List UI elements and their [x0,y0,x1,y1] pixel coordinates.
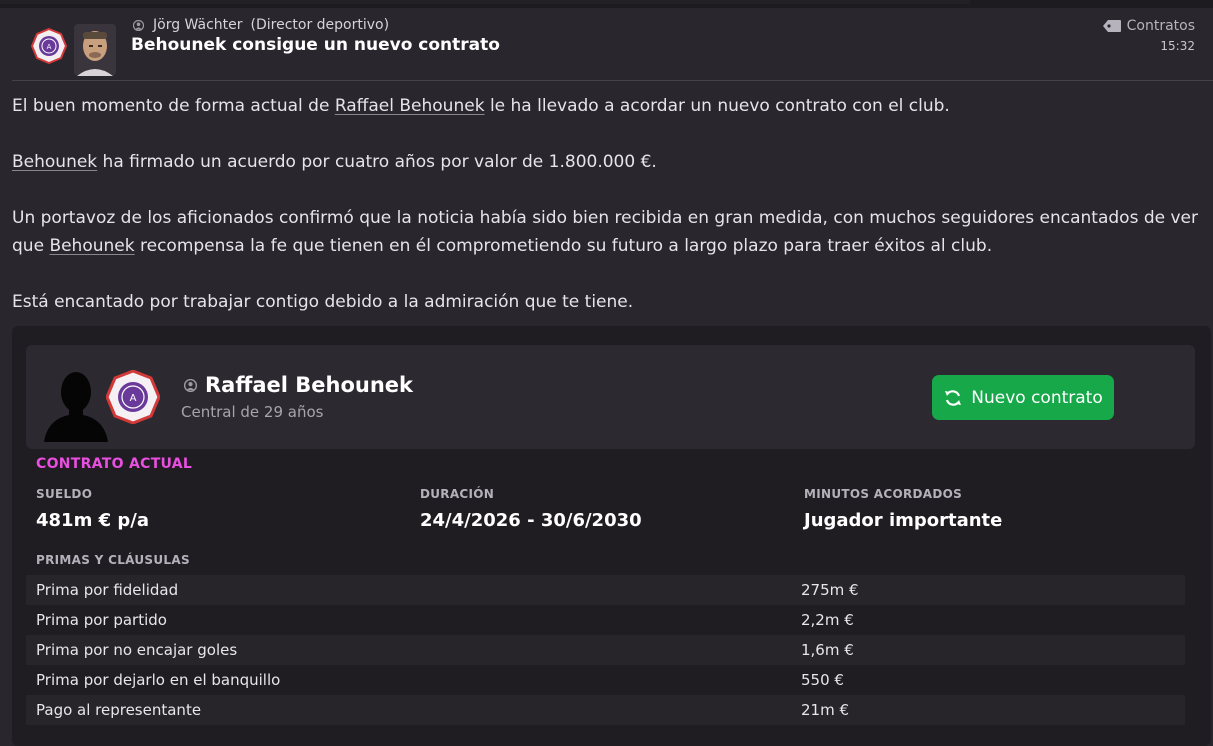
refresh-icon [943,388,963,408]
duration-value: 24/4/2026 - 30/6/2030 [420,510,642,531]
sender-line: Jörg Wächter (Director deportivo) [133,17,389,33]
news-time: 15:32 [1160,39,1195,53]
svg-text:A: A [47,43,52,51]
sender-name[interactable]: Jörg Wächter [153,17,243,33]
body-paragraph-2: Behounek ha firmado un acuerdo por cuatr… [12,148,1207,176]
bonus-name: Prima por dejarlo en el banquillo [36,671,281,689]
bonus-name: Prima por no encajar goles [36,641,238,659]
tag-icon [1102,20,1121,32]
club-badge-icon[interactable]: A [31,28,67,64]
minutes-value: Jugador importante [804,510,1003,531]
bonus-table: Prima por fidelidad 275m € Prima por par… [26,575,1185,725]
bonus-value: 275m € [801,581,859,599]
player-name[interactable]: Raffael Behounek [184,373,413,397]
bonus-name: Prima por partido [36,611,167,629]
table-row: Prima por partido 2,2m € [26,605,1185,635]
table-row: Prima por no encajar goles 1,6m € [26,635,1185,665]
current-contract-title: CONTRATO ACTUAL [36,456,193,472]
table-row: Prima por fidelidad 275m € [26,575,1185,605]
body-text: recompensa la fe que tienen en él compro… [134,236,993,256]
new-contract-label: Nuevo contrato [971,387,1103,408]
top-strip-accent [0,0,970,4]
bonus-value: 1,6m € [801,641,854,659]
body-paragraph-4: Está encantado por trabajar contigo debi… [12,292,634,312]
new-contract-button[interactable]: Nuevo contrato [932,375,1114,420]
bonus-value: 21m € [801,701,850,719]
player-link[interactable]: Raffael Behounek [335,96,485,116]
bonus-name: Pago al representante [36,701,202,719]
svg-text:A: A [130,393,137,404]
salary-value: 481m € p/a [36,510,149,531]
table-row: Pago al representante 21m € [26,695,1185,725]
sender-avatar[interactable] [74,24,116,76]
player-club-badge-icon[interactable]: A [106,370,160,424]
body-text: El buen momento de forma actual de [12,96,335,116]
bonus-name: Prima por fidelidad [36,581,179,599]
news-category[interactable]: Contratos [1102,18,1195,34]
player-link[interactable]: Behounek [12,152,97,172]
body-paragraph-1: El buen momento de forma actual de Raffa… [12,92,1207,120]
player-name-text: Raffael Behounek [205,373,414,397]
duration-label: DURACIÓN [420,487,495,501]
body-text: le ha llevado a acordar un nuevo contrat… [484,96,950,116]
bonus-value: 550 € [801,671,844,689]
header-divider [12,80,1213,81]
table-row: Prima por dejarlo en el banquillo 550 € [26,665,1185,695]
category-label: Contratos [1126,18,1195,34]
person-icon [133,19,144,31]
minutes-label: MINUTOS ACORDADOS [804,487,963,501]
player-subtitle: Central de 29 años [181,403,324,421]
bonus-value: 2,2m € [801,611,854,629]
news-title: Behounek consigue un nuevo contrato [131,35,500,55]
bonuses-title: PRIMAS Y CLÁUSULAS [36,553,190,567]
news-body: El buen momento de forma actual de Raffa… [12,92,1207,344]
player-link[interactable]: Behounek [49,236,134,256]
top-strip [0,0,1213,8]
body-text: ha firmado un acuerdo por cuatro años po… [97,152,657,172]
player-silhouette-icon[interactable] [40,366,112,442]
person-icon [184,378,197,392]
salary-label: SUELDO [36,487,93,501]
sender-role: (Director deportivo) [250,17,390,33]
body-paragraph-3: Un portavoz de los aficionados confirmó … [12,204,1207,260]
